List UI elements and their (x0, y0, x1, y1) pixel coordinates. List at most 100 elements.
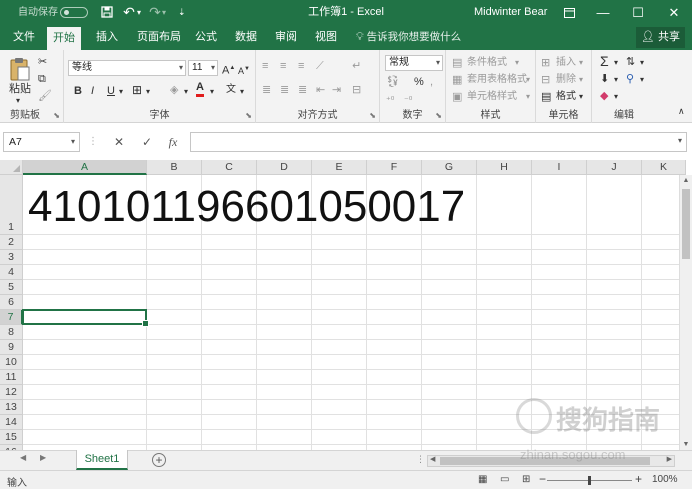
align-bottom-icon[interactable]: ≡ (298, 59, 304, 73)
insert-cells-icon[interactable]: ⊞ (541, 56, 550, 70)
prev-sheet-icon[interactable]: ◀ (20, 453, 26, 462)
align-left-icon[interactable]: ≣ (262, 83, 271, 97)
sort-filter-icon[interactable]: ⇅ (626, 55, 635, 69)
cell-a1-value[interactable]: 410101196601050017 (28, 182, 465, 232)
row-header-9[interactable]: 9 (0, 340, 23, 355)
number-format-select[interactable]: 常规 ▾ (385, 55, 443, 71)
worksheet-grid[interactable]: ABCDEFGHIJK 12345678910111213141516 4101… (0, 160, 692, 450)
column-header-j[interactable]: J (587, 160, 642, 175)
cancel-entry-button[interactable]: ✕ (108, 132, 130, 152)
bold-button[interactable]: B (74, 84, 82, 98)
confirm-entry-button[interactable]: ✓ (136, 132, 158, 152)
tab-file[interactable]: 文件 (13, 25, 35, 50)
clear-dropdown-icon[interactable]: ▾ (614, 90, 618, 104)
sheet-tab-sheet1[interactable]: Sheet1 (76, 450, 128, 470)
minimize-icon[interactable]: — (585, 0, 621, 25)
column-header-h[interactable]: H (477, 160, 532, 175)
user-name[interactable]: Midwinter Bear (474, 0, 547, 25)
font-color-icon[interactable]: A (196, 81, 204, 97)
share-button[interactable]: 👤︎ 共享 (636, 27, 686, 48)
vertical-scrollbar[interactable]: ▲ ▼ (679, 175, 692, 450)
increase-font-icon[interactable]: A▲ (222, 61, 235, 78)
copy-icon[interactable]: ⧉ (38, 72, 46, 86)
align-center-icon[interactable]: ≣ (280, 83, 289, 97)
add-sheet-icon[interactable]: + (152, 453, 166, 467)
next-sheet-icon[interactable]: ▶ (40, 453, 46, 462)
row-header-12[interactable]: 12 (0, 385, 23, 400)
row-header-15[interactable]: 15 (0, 430, 23, 445)
wrap-text-icon[interactable]: ↵ (352, 59, 361, 73)
font-launcher-icon[interactable]: ⬊ (245, 111, 252, 120)
horizontal-scrollbar[interactable]: ◀ ▶ (427, 455, 675, 467)
decrease-decimal-icon[interactable]: ⁻⁰ (404, 93, 412, 107)
name-box[interactable]: A7 ▾ (3, 132, 80, 152)
sort-filter-dropdown-icon[interactable]: ▾ (640, 56, 644, 70)
format-cells-icon[interactable]: ▤ (541, 90, 551, 104)
currency-icon[interactable]: 💱︎ (386, 75, 400, 89)
border-icon[interactable]: ⊞ (132, 83, 142, 97)
zoom-level[interactable]: 100% (652, 474, 678, 485)
cell-styles-dropdown-icon[interactable]: ▾ (526, 90, 530, 104)
row-header-14[interactable]: 14 (0, 415, 23, 430)
column-header-k[interactable]: K (642, 160, 686, 175)
insert-cells-dropdown-icon[interactable]: ▾ (579, 56, 583, 70)
tab-page-layout[interactable]: 页面布局 (137, 25, 181, 50)
insert-cells-label[interactable]: 插入 (556, 56, 576, 70)
page-break-view-icon[interactable]: ⊞ (522, 474, 530, 485)
fill-dropdown-icon[interactable]: ▾ (614, 73, 618, 87)
phonetic-icon[interactable]: 文 (226, 83, 236, 97)
tell-me-search[interactable]: 💡︎ 告诉我你想要做什么 (356, 25, 461, 50)
row-header-11[interactable]: 11 (0, 370, 23, 385)
phonetic-dropdown-icon[interactable]: ▾ (240, 85, 244, 99)
tab-split-handle-icon[interactable]: ⋮ (416, 454, 425, 465)
close-icon[interactable]: ✕ (656, 0, 692, 25)
tab-view[interactable]: 视图 (315, 25, 337, 50)
underline-button[interactable]: U (107, 84, 115, 98)
format-painter-icon[interactable]: 🖌︎ (38, 89, 52, 103)
insert-function-button[interactable]: fx (162, 132, 184, 152)
column-header-i[interactable]: I (532, 160, 587, 175)
merge-center-icon[interactable]: ⊟ (352, 83, 361, 97)
format-cells-dropdown-icon[interactable]: ▾ (579, 90, 583, 104)
column-header-e[interactable]: E (312, 160, 367, 175)
row-header-4[interactable]: 4 (0, 265, 23, 280)
row-header-8[interactable]: 8 (0, 325, 23, 340)
expand-formula-bar-icon[interactable]: ▾ (678, 136, 682, 145)
row-header-13[interactable]: 13 (0, 400, 23, 415)
row-header-2[interactable]: 2 (0, 235, 23, 250)
column-header-g[interactable]: G (422, 160, 477, 175)
align-top-icon[interactable]: ≡ (262, 59, 268, 73)
clear-icon[interactable]: ◆ (600, 89, 608, 103)
conditional-format-dropdown-icon[interactable]: ▾ (515, 56, 519, 70)
format-as-table-label[interactable]: 套用表格格式 (467, 73, 527, 87)
zoom-in-icon[interactable]: + (635, 472, 642, 486)
tab-home[interactable]: 开始 (47, 27, 81, 50)
maximize-icon[interactable]: ☐ (620, 0, 656, 25)
alignment-launcher-icon[interactable]: ⬊ (369, 111, 376, 120)
cell-styles-label[interactable]: 单元格样式 (467, 90, 517, 104)
align-right-icon[interactable]: ≣ (298, 83, 307, 97)
increase-decimal-icon[interactable]: ⁺⁰ (386, 93, 394, 107)
align-middle-icon[interactable]: ≡ (280, 59, 286, 73)
clipboard-launcher-icon[interactable]: ⬊ (53, 111, 60, 120)
tab-data[interactable]: 数据 (235, 25, 257, 50)
font-name-select[interactable]: 等线 ▾ (68, 60, 186, 76)
orientation-icon[interactable]: ⟋ (316, 59, 324, 73)
format-as-table-icon[interactable]: ▦ (452, 73, 462, 87)
row-header-7[interactable]: 7 (0, 310, 23, 325)
number-launcher-icon[interactable]: ⬊ (435, 111, 442, 120)
decrease-font-icon[interactable]: A▼ (238, 62, 250, 78)
conditional-format-label[interactable]: 条件格式 (467, 56, 507, 70)
scroll-down-icon[interactable]: ▼ (680, 441, 692, 448)
row-header-5[interactable]: 5 (0, 280, 23, 295)
delete-cells-label[interactable]: 删除 (556, 73, 576, 87)
vertical-scroll-thumb[interactable] (682, 189, 690, 259)
underline-dropdown-icon[interactable]: ▾ (119, 85, 123, 99)
border-dropdown-icon[interactable]: ▾ (146, 85, 150, 99)
fill-color-icon[interactable]: ◈ (170, 83, 178, 97)
zoom-slider-thumb[interactable] (588, 476, 591, 485)
select-all-corner[interactable] (0, 160, 23, 175)
increase-indent-icon[interactable]: ⇥ (332, 83, 341, 97)
column-header-f[interactable]: F (367, 160, 422, 175)
tab-formulas[interactable]: 公式 (195, 25, 217, 50)
